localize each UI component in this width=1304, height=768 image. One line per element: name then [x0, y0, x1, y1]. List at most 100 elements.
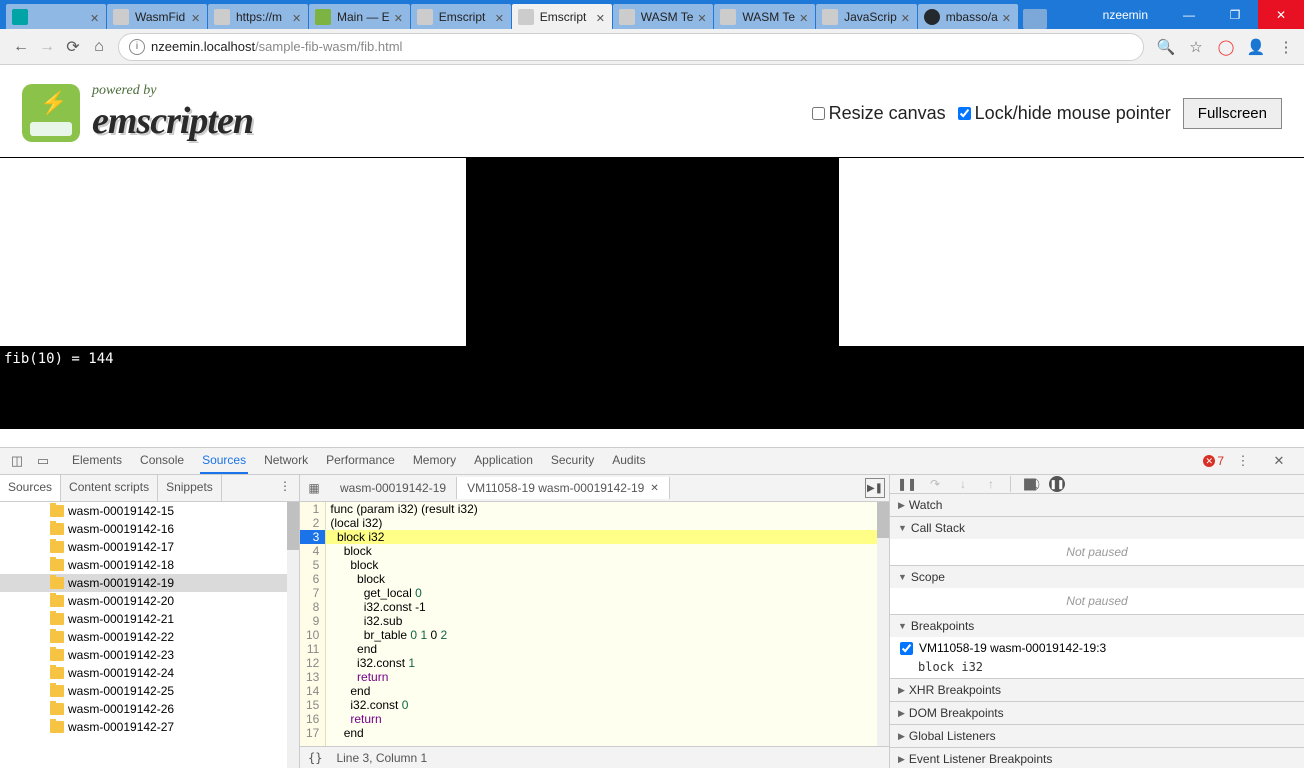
- tree-item[interactable]: wasm-00019142-25: [0, 682, 299, 700]
- devtools-tab-security[interactable]: Security: [549, 448, 596, 474]
- tree-item[interactable]: wasm-00019142-20: [0, 592, 299, 610]
- menu-icon[interactable]: ⋮: [1276, 37, 1296, 57]
- line-number[interactable]: 5: [306, 558, 319, 572]
- line-number[interactable]: 9: [306, 614, 319, 628]
- code-line[interactable]: get_local 0: [326, 586, 889, 600]
- line-number[interactable]: 8: [306, 600, 319, 614]
- code-line[interactable]: block i32: [326, 530, 889, 544]
- navigator-tab[interactable]: Sources: [0, 475, 61, 501]
- deactivate-breakpoints-button[interactable]: ⬛⃠: [1021, 475, 1039, 493]
- callstack-header[interactable]: ▼Call Stack: [890, 517, 1304, 539]
- tab-close-icon[interactable]: ✕: [292, 12, 302, 22]
- tree-item[interactable]: wasm-00019142-23: [0, 646, 299, 664]
- canvas[interactable]: [466, 158, 839, 346]
- code-scrollbar[interactable]: [877, 502, 889, 746]
- browser-tab[interactable]: WasmFid✕: [107, 4, 207, 29]
- line-number[interactable]: 15: [306, 698, 319, 712]
- tree-scrollbar[interactable]: [287, 502, 299, 768]
- tree-item[interactable]: wasm-00019142-15: [0, 502, 299, 520]
- tree-item[interactable]: wasm-00019142-19: [0, 574, 299, 592]
- reload-button[interactable]: ⟳: [60, 34, 86, 60]
- tab-close-icon[interactable]: ✕: [394, 12, 404, 22]
- tab-close-icon[interactable]: ✕: [799, 12, 809, 22]
- pause-button[interactable]: ❚❚: [898, 475, 916, 493]
- tab-close-icon[interactable]: ✕: [901, 12, 911, 22]
- new-tab-button[interactable]: [1023, 9, 1047, 29]
- browser-tab[interactable]: ✕: [6, 4, 106, 29]
- line-number[interactable]: 7: [306, 586, 319, 600]
- line-number[interactable]: 11: [306, 642, 319, 656]
- editor-nav-icon[interactable]: ▦: [304, 478, 324, 498]
- lock-pointer-checkbox[interactable]: Lock/hide mouse pointer: [958, 103, 1171, 124]
- breakpoints-header[interactable]: ▼Breakpoints: [890, 615, 1304, 637]
- devtools-tab-performance[interactable]: Performance: [324, 448, 397, 474]
- navigator-tab[interactable]: Content scripts: [61, 475, 158, 501]
- tab-close-icon[interactable]: ✕: [697, 12, 707, 22]
- code-line[interactable]: i32.const 1: [326, 656, 889, 670]
- code-line[interactable]: end: [326, 684, 889, 698]
- tree-item[interactable]: wasm-00019142-26: [0, 700, 299, 718]
- tab-close-icon[interactable]: ✕: [495, 12, 505, 22]
- tree-scroll-thumb[interactable]: [287, 502, 299, 550]
- editor-tab[interactable]: VM11058-19 wasm-00019142-19✕: [457, 477, 670, 499]
- line-number[interactable]: 10: [306, 628, 319, 642]
- dom-header[interactable]: ▶DOM Breakpoints: [890, 702, 1304, 724]
- star-icon[interactable]: ☆: [1186, 37, 1206, 57]
- url-input[interactable]: i nzeemin.localhost/sample-fib-wasm/fib.…: [118, 33, 1144, 61]
- editor-tab-close-icon[interactable]: ✕: [650, 483, 658, 494]
- navigator-more-icon[interactable]: ⋮: [271, 475, 299, 501]
- code-line[interactable]: i32.const -1: [326, 600, 889, 614]
- devtools-tab-audits[interactable]: Audits: [610, 448, 647, 474]
- line-number[interactable]: 2: [306, 516, 319, 530]
- line-number[interactable]: 4: [306, 544, 319, 558]
- devtools-menu-icon[interactable]: ⋮: [1234, 452, 1252, 470]
- code-line[interactable]: block: [326, 544, 889, 558]
- lock-pointer-input[interactable]: [958, 107, 971, 120]
- browser-tab[interactable]: Emscript✕: [411, 4, 511, 29]
- line-gutter[interactable]: 1234567891011121314151617: [300, 502, 326, 746]
- line-number[interactable]: 1: [306, 502, 319, 516]
- navigator-tab[interactable]: Snippets: [158, 475, 222, 501]
- close-button[interactable]: ✕: [1258, 0, 1304, 29]
- watch-header[interactable]: ▶Watch: [890, 494, 1304, 516]
- resize-canvas-input[interactable]: [812, 107, 825, 120]
- line-number[interactable]: 17: [306, 726, 319, 740]
- file-tree[interactable]: wasm-00019142-15wasm-00019142-16 wasm-000…: [0, 502, 299, 768]
- tree-item[interactable]: wasm-00019142-22: [0, 628, 299, 646]
- opera-icon[interactable]: ◯: [1216, 37, 1236, 57]
- editor-run-icon[interactable]: ▶❚: [865, 478, 885, 498]
- code-lines[interactable]: func (param i32) (result i32)(local i32)…: [326, 502, 889, 746]
- step-into-button[interactable]: ↓: [954, 475, 972, 493]
- browser-tab[interactable]: JavaScrip✕: [816, 4, 917, 29]
- code-line[interactable]: func (param i32) (result i32): [326, 502, 889, 516]
- line-number[interactable]: 6: [306, 572, 319, 586]
- code-line[interactable]: end: [326, 726, 889, 740]
- code-editor[interactable]: 1234567891011121314151617 func (param i3…: [300, 502, 889, 746]
- line-number[interactable]: 12: [306, 656, 319, 670]
- scope-header[interactable]: ▼Scope: [890, 566, 1304, 588]
- tree-item[interactable]: wasm-00019142-24: [0, 664, 299, 682]
- browser-tab[interactable]: WASM Te✕: [613, 4, 714, 29]
- code-scroll-thumb[interactable]: [877, 502, 889, 538]
- zoom-icon[interactable]: 🔍: [1156, 37, 1176, 57]
- browser-tab[interactable]: https://m✕: [208, 4, 308, 29]
- forward-button[interactable]: →: [34, 34, 60, 60]
- code-line[interactable]: block: [326, 572, 889, 586]
- browser-tab[interactable]: Emscript✕: [512, 4, 612, 29]
- line-number[interactable]: 3: [300, 530, 325, 544]
- devtools-tab-console[interactable]: Console: [138, 448, 186, 474]
- breakpoint-item[interactable]: VM11058-19 wasm-00019142-19:3: [890, 637, 1304, 659]
- devtools-tab-memory[interactable]: Memory: [411, 448, 458, 474]
- code-line[interactable]: return: [326, 670, 889, 684]
- code-line[interactable]: block: [326, 558, 889, 572]
- line-number[interactable]: 13: [306, 670, 319, 684]
- tab-close-icon[interactable]: ✕: [191, 12, 201, 22]
- tree-item[interactable]: wasm-00019142-16: [0, 520, 299, 538]
- tab-close-icon[interactable]: ✕: [1002, 12, 1012, 22]
- devtools-close-icon[interactable]: ✕: [1270, 452, 1288, 470]
- tree-item[interactable]: wasm-00019142-27: [0, 718, 299, 736]
- tree-item[interactable]: wasm-00019142-21: [0, 610, 299, 628]
- browser-tab[interactable]: mbasso/a✕: [918, 4, 1018, 29]
- step-out-button[interactable]: ↑: [982, 475, 1000, 493]
- code-line[interactable]: i32.sub: [326, 614, 889, 628]
